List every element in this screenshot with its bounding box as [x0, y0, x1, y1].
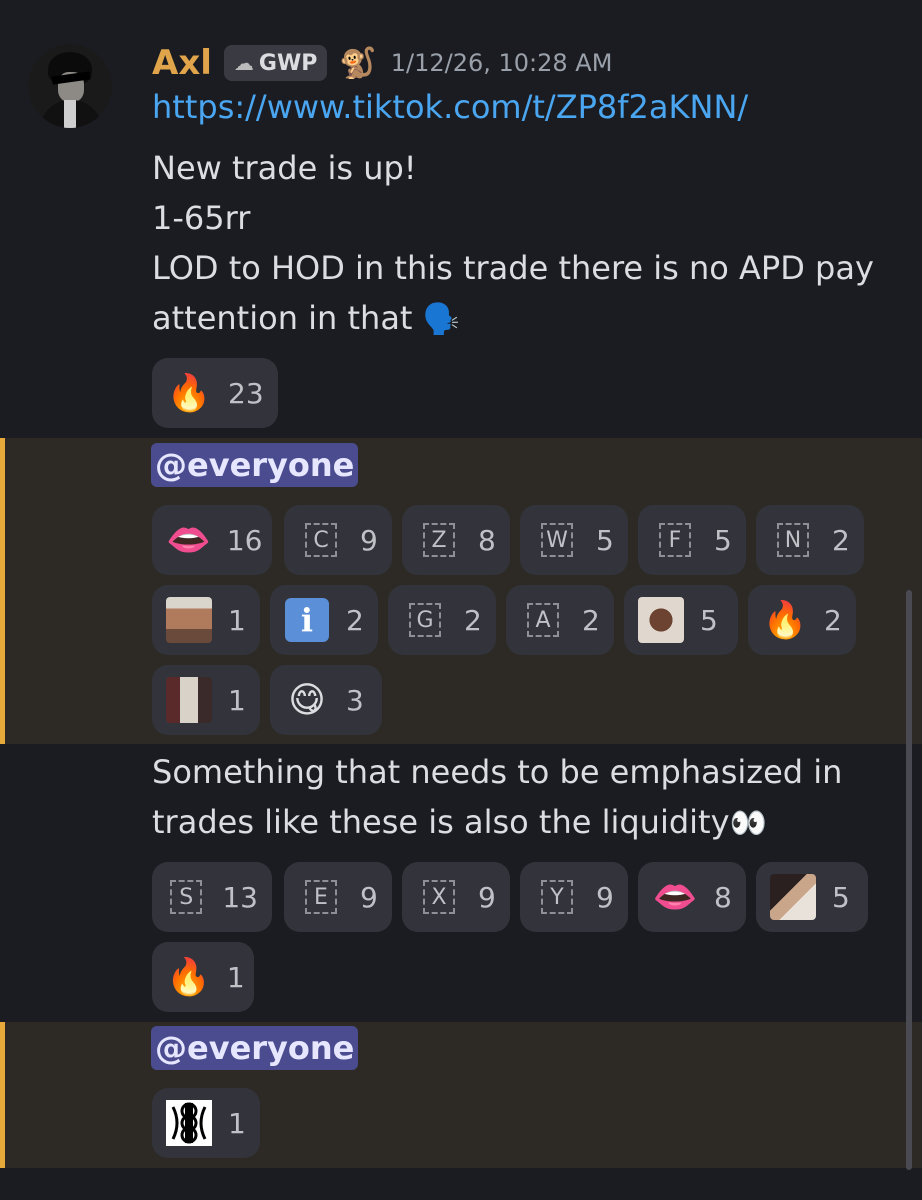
reaction-yum-face[interactable]: 😋 3 — [270, 665, 382, 735]
reaction-y[interactable]: Y 9 — [520, 862, 628, 932]
reaction-symbol[interactable]: 1 — [152, 1088, 260, 1158]
reaction-count: 2 — [582, 603, 600, 637]
reaction-count: 16 — [226, 523, 263, 557]
reaction-cards-photo[interactable]: 5 — [756, 862, 868, 932]
cards-photo-icon — [770, 874, 816, 920]
reaction-count: 5 — [596, 523, 614, 557]
letter-n-icon: N — [777, 523, 809, 557]
reaction-count: 9 — [360, 523, 378, 557]
mention-highlight-2 — [0, 1022, 922, 1168]
reaction-info[interactable]: i 2 — [270, 585, 378, 655]
info-icon: i — [285, 598, 329, 642]
reaction-lips[interactable]: 👄 16 — [152, 505, 272, 575]
reaction-count: 1 — [228, 603, 246, 637]
reaction-count: 8 — [714, 880, 732, 914]
monkey-icon: 🐒 — [339, 45, 377, 81]
eyes-icon: 👀 — [729, 806, 767, 841]
reaction-a[interactable]: A 2 — [506, 585, 614, 655]
yum-face-icon: 😋 — [288, 679, 326, 721]
reaction-man-photo[interactable]: 1 — [152, 585, 260, 655]
person-photo-icon — [166, 677, 212, 723]
reaction-w[interactable]: W 5 — [520, 505, 628, 575]
reaction-count: 5 — [700, 603, 718, 637]
letter-e-icon: E — [305, 880, 337, 914]
letter-y-icon: Y — [541, 880, 573, 914]
reaction-s[interactable]: S 13 — [152, 862, 272, 932]
fire-icon: 🔥 — [166, 957, 211, 998]
mention-bar — [0, 438, 5, 744]
reaction-g[interactable]: G 2 — [388, 585, 496, 655]
letter-f-icon: F — [659, 523, 691, 557]
timestamp: 1/12/26, 10:28 AM — [390, 49, 613, 77]
scrollbar[interactable] — [906, 590, 912, 1170]
message-line: attention in that — [152, 299, 413, 337]
letter-w-icon: W — [541, 523, 573, 557]
reaction-fire[interactable]: 🔥 2 — [748, 585, 856, 655]
reaction-count: 2 — [824, 603, 842, 637]
message-line: 1-65rr — [152, 199, 251, 237]
reaction-count: 1 — [228, 1106, 246, 1140]
reaction-count: 2 — [346, 603, 364, 637]
speaking-head-icon: 🗣️ — [422, 302, 460, 337]
message-line-with-emoji: attention in that 🗣️ — [152, 293, 460, 345]
message-line: LOD to HOD in this trade there is no APD… — [152, 249, 874, 287]
reaction-count: 3 — [346, 683, 364, 717]
reaction-fire[interactable]: 🔥 1 — [152, 942, 254, 1012]
message-line: trades like these is also the liquidity — [152, 803, 730, 841]
everyone-mention[interactable]: @everyone — [151, 1026, 359, 1070]
letter-a-icon: A — [527, 603, 559, 637]
letter-g-icon: G — [409, 603, 441, 637]
reaction-fire[interactable]: 🔥 23 — [152, 358, 278, 428]
reaction-c[interactable]: C 9 — [284, 505, 392, 575]
mention-bar — [0, 1022, 5, 1168]
reaction-count: 2 — [832, 523, 850, 557]
guild-tag[interactable]: ☁ GWP — [223, 45, 328, 81]
avatar[interactable] — [28, 44, 112, 128]
man-photo-icon — [166, 597, 212, 643]
reaction-count: 1 — [226, 960, 245, 994]
reaction-e[interactable]: E 9 — [284, 862, 392, 932]
lips-icon: 👄 — [166, 520, 211, 561]
reaction-n[interactable]: N 2 — [756, 505, 864, 575]
tiktok-link[interactable]: https://www.tiktok.com/t/ZP8f2aKNN/ — [152, 88, 748, 126]
letter-c-icon: C — [305, 523, 337, 557]
lips-icon: 👄 — [652, 877, 698, 918]
letter-x-icon: X — [423, 880, 455, 914]
reaction-x[interactable]: X 9 — [402, 862, 510, 932]
letter-z-icon: Z — [423, 523, 455, 557]
everyone-mention[interactable]: @everyone — [151, 443, 359, 487]
reaction-shocked-face[interactable]: 5 — [624, 585, 738, 655]
reaction-count: 9 — [478, 880, 496, 914]
fire-icon: 🔥 — [166, 373, 212, 414]
reaction-count: 1 — [228, 683, 246, 717]
symbol-icon — [166, 1100, 212, 1146]
reaction-count: 23 — [228, 376, 264, 410]
reaction-count: 9 — [360, 880, 378, 914]
message-header: Axl ☁ GWP 🐒 1/12/26, 10:28 AM — [152, 40, 612, 86]
message-line: Something that needs to be emphasized in — [152, 753, 843, 791]
shocked-face-icon — [638, 597, 684, 643]
reaction-count: 13 — [222, 880, 258, 914]
guild-tag-icon: ☁ — [233, 51, 254, 75]
reaction-count: 8 — [478, 523, 496, 557]
message-line: New trade is up! — [152, 149, 417, 187]
reaction-lips[interactable]: 👄 8 — [638, 862, 746, 932]
reaction-z[interactable]: Z 8 — [402, 505, 510, 575]
reaction-count: 2 — [464, 603, 482, 637]
guild-tag-label: GWP — [258, 50, 318, 76]
reaction-count: 5 — [832, 880, 850, 914]
author-name[interactable]: Axl — [152, 43, 212, 83]
fire-icon: 🔥 — [762, 600, 808, 641]
reaction-count: 9 — [596, 880, 614, 914]
message-line-with-emoji: trades like these is also the liquidity👀 — [152, 797, 767, 849]
reaction-f[interactable]: F 5 — [638, 505, 746, 575]
letter-s-icon: S — [170, 880, 203, 914]
reaction-person-photo[interactable]: 1 — [152, 665, 260, 735]
reaction-count: 5 — [714, 523, 732, 557]
